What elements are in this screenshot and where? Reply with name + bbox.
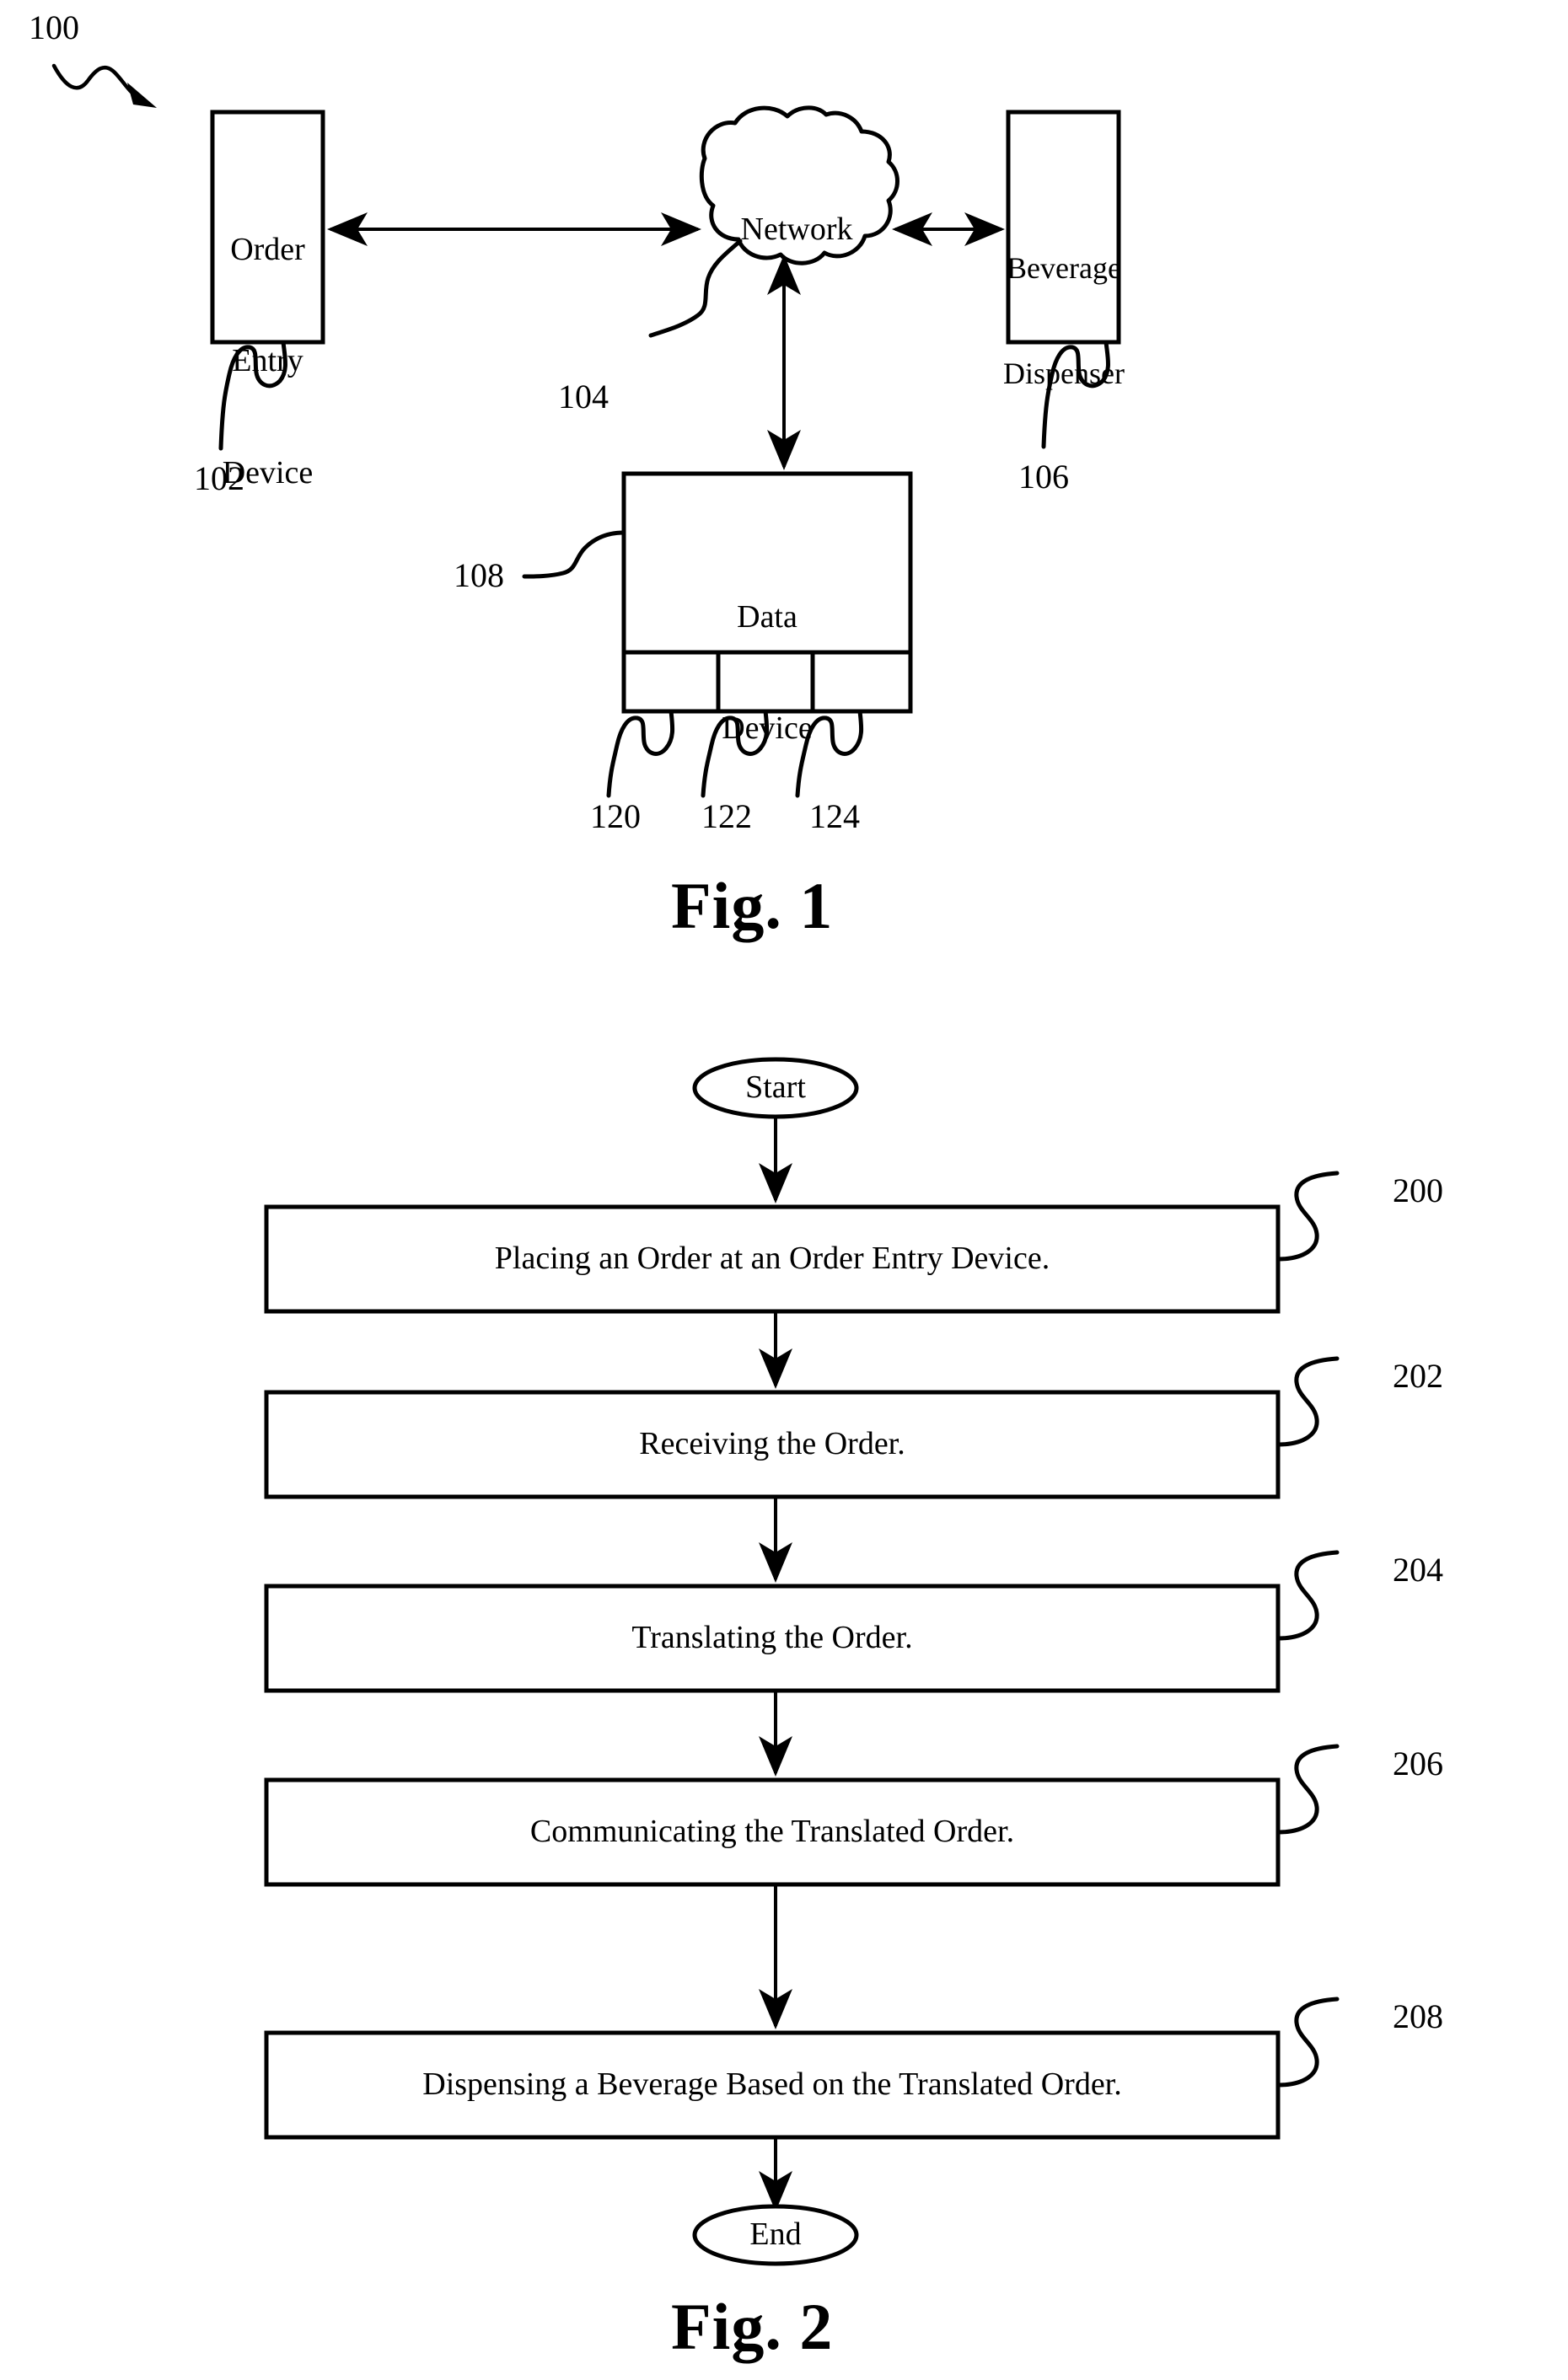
fig1-system-ref-number: 100 bbox=[29, 8, 79, 46]
flow-step-label-2: Receiving the Order. bbox=[639, 1426, 905, 1461]
network-ref-leader bbox=[648, 239, 743, 338]
flow-step-ref-number-3: 204 bbox=[1393, 1551, 1443, 1589]
flow-step-label-1: Placing an Order at an Order Entry Devic… bbox=[494, 1241, 1050, 1276]
flow-step-label-4: Communicating the Translated Order. bbox=[529, 1814, 1015, 1849]
flow-step-ref-number-1: 200 bbox=[1393, 1171, 1443, 1209]
order-entry-device-label: Order Entry Device bbox=[212, 157, 323, 566]
network-ref-number: 104 bbox=[558, 378, 609, 415]
data-device-label-line-2: Device bbox=[722, 710, 813, 747]
order-entry-device-label-line-2: Entry bbox=[232, 343, 303, 379]
flow-step-label-3: Translating the Order. bbox=[631, 1620, 913, 1655]
order-entry-device-label-line-1: Order bbox=[230, 232, 305, 268]
flow-step-ref-number-2: 202 bbox=[1393, 1357, 1443, 1395]
data-device-compartment-2-ref-number: 122 bbox=[701, 797, 752, 835]
patent-drawing-page: 100 Order Entry Device Network Beverage … bbox=[0, 0, 1568, 2380]
data-device-ref-number: 108 bbox=[454, 556, 504, 594]
flow-step-ref-number-4: 206 bbox=[1393, 1745, 1443, 1782]
beverage-dispenser-label-line-2: Dispenser bbox=[1003, 356, 1125, 390]
data-device-compartment-3-ref-number: 124 bbox=[809, 797, 860, 835]
data-device-compartment-1-ref-number: 120 bbox=[590, 797, 641, 835]
order-entry-device-ref-number: 102 bbox=[194, 459, 244, 497]
start-terminal-label: Start bbox=[745, 1069, 806, 1105]
flow-step-label-5: Dispensing a Beverage Based on the Trans… bbox=[422, 2066, 1122, 2102]
fig1-system-leader bbox=[51, 63, 157, 108]
figure-2-caption: Fig. 2 bbox=[671, 2290, 834, 2363]
data-device-label: Data Device bbox=[624, 524, 910, 822]
beverage-dispenser-label-line-1: Beverage bbox=[1007, 250, 1121, 285]
beverage-dispenser-label: Beverage Dispenser bbox=[1001, 180, 1126, 462]
beverage-dispenser-ref-number: 106 bbox=[1018, 458, 1069, 496]
flow-step-ref-leaders bbox=[1275, 1171, 1340, 2088]
flow-step-ref-number-5: 208 bbox=[1393, 1997, 1443, 2035]
data-device-ref-leader bbox=[522, 530, 626, 579]
data-device-label-line-1: Data bbox=[737, 599, 797, 635]
network-label: Network bbox=[740, 212, 853, 247]
figure-1-caption: Fig. 1 bbox=[671, 869, 834, 942]
end-terminal-label: End bbox=[749, 2217, 802, 2252]
